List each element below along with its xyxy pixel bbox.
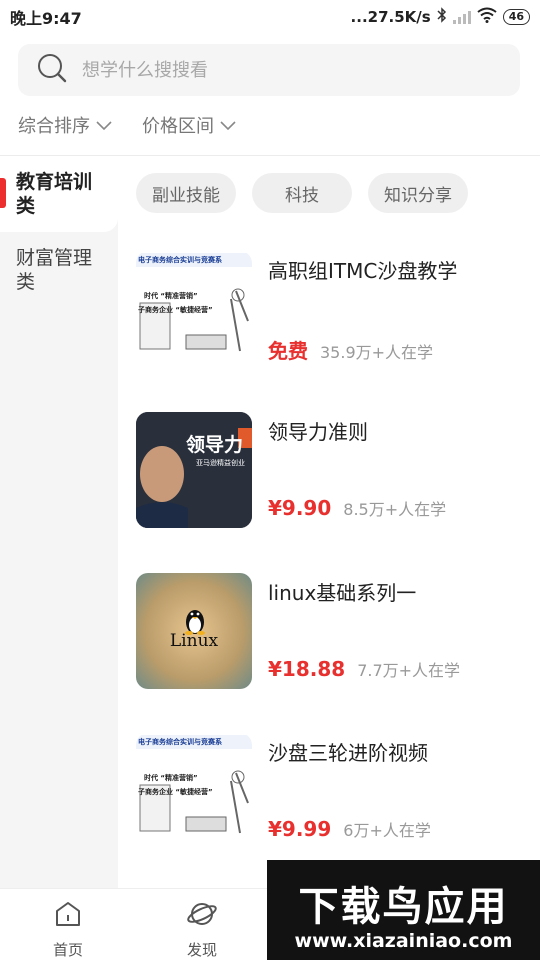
search-bar[interactable]	[18, 44, 520, 96]
tag-knowledge-sharing[interactable]: 知识分享	[368, 173, 468, 213]
thumbnail-line: 子商务企业 “敏捷经营”	[138, 788, 213, 796]
thumbnail-line: 子商务企业 “敏捷经营”	[138, 306, 213, 314]
subcategory-tags: 副业技能 科技 知识分享	[136, 173, 468, 213]
course-price: 免费	[268, 339, 308, 363]
course-card[interactable]: 领导力 亚马逊精益创业 领导力准则 ¥9.90 8.5万+人在学	[136, 412, 526, 528]
status-indicators: ...27.5K/s 46	[351, 7, 530, 27]
course-card[interactable]: 电子商务综合实训与竞赛系 时代 “精准营销” 子商务企业 “敏捷经营” 沙盘三轮…	[136, 733, 526, 849]
course-thumbnail: Linux	[136, 573, 252, 689]
course-thumbnail: 电子商务综合实训与竞赛系 时代 “精准营销” 子商务企业 “敏捷经营”	[136, 251, 252, 367]
status-bar: 晚上9:47 ...27.5K/s 46	[0, 0, 540, 34]
nav-discover[interactable]: 发现	[162, 899, 242, 960]
course-price: ¥9.90	[268, 496, 332, 520]
course-title: 沙盘三轮进阶视频	[268, 741, 428, 765]
tag-side-skills[interactable]: 副业技能	[136, 173, 236, 213]
nav-home[interactable]: 首页	[28, 899, 108, 960]
sort-filter-label: 综合排序	[18, 116, 90, 137]
nav-discover-label: 发现	[186, 941, 217, 959]
course-thumbnail: 电子商务综合实训与竞赛系 时代 “精准营销” 子商务企业 “敏捷经营”	[136, 733, 252, 849]
home-icon	[53, 899, 83, 933]
course-title: linux基础系列一	[268, 581, 417, 605]
price-filter[interactable]: 价格区间	[142, 112, 236, 138]
thumbnail-line: 时代 “精准营销”	[144, 774, 198, 782]
filter-bar: 综合排序 价格区间	[18, 108, 236, 142]
sidebar-item-education[interactable]: 教育培训类	[0, 156, 118, 232]
sidebar-item-wealth[interactable]: 财富管理类	[0, 232, 118, 308]
thumbnail-caption: 电子商务综合实训与竞赛系	[138, 256, 222, 264]
thumbnail-caption: 领导力	[186, 434, 244, 456]
course-learners: 6万+人在学	[343, 821, 431, 840]
nav-home-label: 首页	[52, 941, 83, 959]
tag-technology[interactable]: 科技	[252, 173, 352, 213]
status-time: 晚上9:47	[10, 9, 82, 28]
course-card[interactable]: Linux linux基础系列一 ¥18.88 7.7万+人在学	[136, 573, 526, 689]
course-learners: 8.5万+人在学	[343, 500, 447, 519]
watermark-logo: 下载鸟应用	[298, 884, 509, 930]
wifi-icon	[477, 7, 497, 27]
watermark-url: www.xiazainiao.com	[294, 930, 513, 952]
course-thumbnail: 领导力 亚马逊精益创业	[136, 412, 252, 528]
price-filter-label: 价格区间	[142, 116, 214, 137]
course-learners: 7.7万+人在学	[357, 661, 461, 680]
network-speed: ...27.5K/s	[350, 8, 431, 26]
search-icon	[36, 52, 68, 88]
cellular-signal-icon	[452, 10, 471, 24]
watermark: 下载鸟应用 www.xiazainiao.com	[267, 860, 540, 960]
course-learners: 35.9万+人在学	[320, 343, 434, 362]
category-sidebar: 教育培训类 财富管理类	[0, 156, 118, 888]
planet-icon	[186, 899, 218, 933]
thumbnail-line: 亚马逊精益创业	[196, 459, 245, 467]
thumbnail-caption: 电子商务综合实训与竞赛系	[138, 738, 222, 746]
course-title: 高职组ITMC沙盘教学	[268, 259, 458, 283]
course-price: ¥18.88	[268, 657, 346, 681]
chevron-down-icon	[96, 115, 112, 136]
battery-indicator: 46	[502, 9, 530, 25]
search-input[interactable]	[82, 59, 482, 81]
thumbnail-line: 时代 “精准营销”	[144, 292, 198, 300]
sort-filter[interactable]: 综合排序	[18, 112, 112, 138]
chevron-down-icon	[220, 115, 236, 136]
course-title: 领导力准则	[268, 420, 368, 444]
course-price: ¥9.99	[268, 817, 332, 841]
thumbnail-caption: Linux	[169, 631, 219, 651]
course-card[interactable]: 电子商务综合实训与竞赛系 时代 “精准营销” 子商务企业 “敏捷经营” 高职组I…	[136, 251, 526, 367]
bluetooth-icon	[437, 7, 447, 27]
